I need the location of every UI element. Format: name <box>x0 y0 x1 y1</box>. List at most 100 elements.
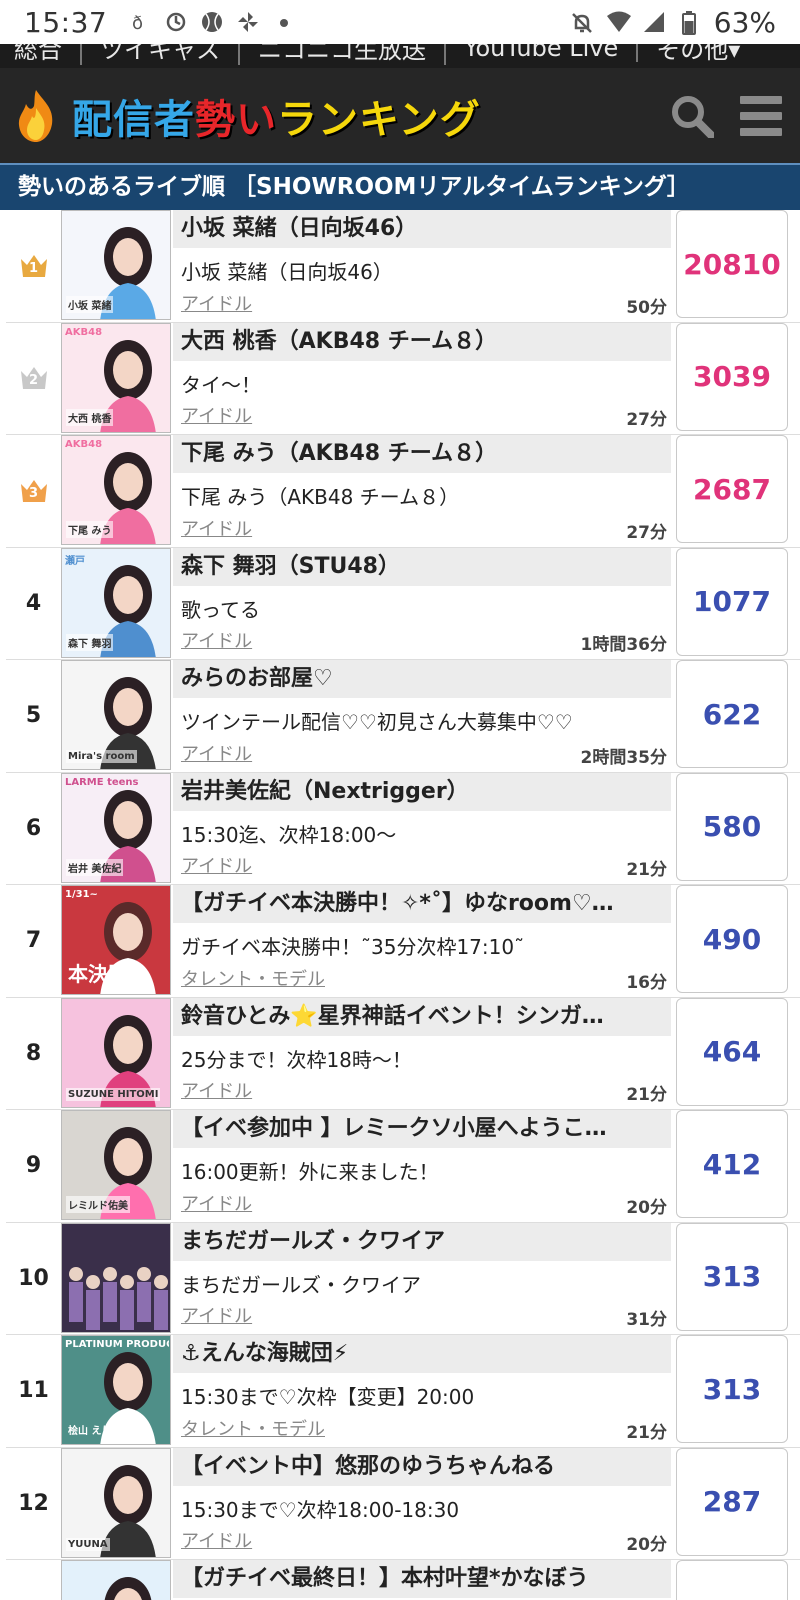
stream-title[interactable]: 【ガチイベ最終日！】本村叶望*かなぼう <box>173 1560 671 1598</box>
rank-number: 4 <box>25 590 42 616</box>
stream-subtitle: まちだガールズ・クワイア <box>181 1272 421 1297</box>
stream-title[interactable]: 下尾 みう（AKB48 チーム８） <box>173 435 671 473</box>
nav-item-all[interactable]: 総合 <box>14 44 82 65</box>
thumbnail-caption: レミルド佑美 <box>66 1196 130 1213</box>
hamburger-menu-icon[interactable] <box>740 95 782 136</box>
flame-logo-icon[interactable] <box>14 88 58 144</box>
streamer-thumbnail[interactable]: AKB48 下尾 みう <box>61 435 171 545</box>
stream-duration: 27分 <box>626 410 667 430</box>
stream-title[interactable]: 鈴音ひとみ⭐星界神話イベント！シンガ… <box>173 997 671 1036</box>
stream-title[interactable]: 森下 舞羽（STU48） <box>173 547 671 586</box>
ranking-row[interactable]: 2 AKB48 大西 桃香 大西 桃香（AKB48 チーム８） タイ〜！ アイドル 27分 3… <box>6 322 800 435</box>
stream-duration: 16分 <box>626 972 667 993</box>
stream-info[interactable]: 小坂 菜緒（日向坂46） 小坂 菜緒（日向坂46） アイドル 50分 <box>173 210 671 322</box>
ranking-row[interactable]: 9 レミルド佑美 【イベ参加中 】レミークソ小屋へようこ… 16:00更新！外に来まし… <box>6 1110 800 1223</box>
streamer-thumbnail[interactable]: Mira's room <box>61 660 171 770</box>
genre-link[interactable]: アイドル <box>181 1077 252 1103</box>
stream-info[interactable]: 【イベ参加中 】レミークソ小屋へようこ… 16:00更新！外に来ました！ アイドル 2… <box>173 1110 671 1222</box>
genre-link[interactable]: アイドル <box>181 290 252 316</box>
stream-info[interactable]: みらのお部屋♡ ツインテール配信♡♡初見さん大募集中♡♡ アイドル 2時間35分 <box>173 660 671 772</box>
stream-title[interactable]: 小坂 菜緒（日向坂46） <box>173 210 671 248</box>
nav-item-other[interactable]: その他▾ <box>638 44 758 65</box>
genre-link[interactable]: アイドル <box>181 1190 252 1216</box>
stream-title[interactable]: まちだガールズ・クワイア <box>173 1222 671 1261</box>
battery-percent: 63% <box>713 5 776 39</box>
streamer-thumbnail[interactable]: 1/31~ 本決勝 <box>61 885 171 995</box>
streamer-thumbnail[interactable]: SUZUNE HITOMI <box>61 997 171 1108</box>
stream-title[interactable]: 【ガチイベ本決勝中！✧*˚】ゆなroom♡… <box>173 885 671 923</box>
thumbnail-caption: 下尾 みう <box>66 521 114 538</box>
ranking-row[interactable]: 3 AKB48 下尾 みう 下尾 みう（AKB48 チーム８） 下尾 みう（AKB48 … <box>6 435 800 548</box>
ranking-row[interactable]: 本村叶望*かなぼう【ガチイベ最終日！】本村叶望*かなぼう <box>6 1560 800 1600</box>
genre-link[interactable]: アイドル <box>181 852 252 878</box>
nav-item-youtube-live[interactable]: YouTube Live <box>446 44 639 62</box>
streamer-thumbnail[interactable]: 瀬戸 森下 舞羽 <box>61 547 171 658</box>
streamer-thumbnail[interactable]: AKB48 大西 桃香 <box>61 322 171 433</box>
stream-title[interactable]: 岩井美佐紀（Nextrigger） <box>173 772 671 811</box>
stream-info[interactable]: 鈴音ひとみ⭐星界神話イベント！シンガ… 25分まで！次枠18時〜！ アイドル 21分 <box>173 997 671 1110</box>
streamer-thumbnail[interactable]: 小坂 菜緒 <box>61 210 171 320</box>
stream-info[interactable]: 下尾 みう（AKB48 チーム８） 下尾 みう（AKB48 チーム８） アイドル 27… <box>173 435 671 547</box>
streamer-thumbnail[interactable]: YUUNA <box>61 1447 171 1558</box>
stream-subtitle: ガチイベ本決勝中！˜35分次枠17:10˜ <box>181 935 525 959</box>
nav-item-twitcasting[interactable]: ツイキャス <box>82 44 240 65</box>
stream-info[interactable]: 岩井美佐紀（Nextrigger） 15:30迄、次枠18:00〜 アイドル 21分 <box>173 772 671 885</box>
thumbnail-caption: 本決勝 <box>68 962 128 986</box>
ranking-row[interactable]: 8 SUZUNE HITOMI 鈴音ひとみ⭐星界神話イベント！シンガ… 25分まで！次… <box>6 997 800 1110</box>
genre-link[interactable]: アイドル <box>181 740 252 766</box>
streamer-thumbnail[interactable]: LARME teens 岩井 美佐紀 <box>61 772 171 883</box>
stream-title[interactable]: みらのお部屋♡ <box>173 660 671 698</box>
ranking-row[interactable]: 4 瀬戸 森下 舞羽 森下 舞羽（STU48） 歌ってる アイドル 1時間36分 1077 <box>6 547 800 660</box>
genre-link[interactable]: タレント・モデル <box>181 965 325 991</box>
genre-link[interactable]: アイドル <box>181 1527 252 1553</box>
rank-cell: 6 <box>6 773 61 885</box>
stream-info[interactable]: ⚓えんな海賊団⚡ 15:30まで♡次枠【変更】20:00 タレント・モデル 21分 <box>173 1335 671 1447</box>
streamer-thumbnail[interactable]: PLATINUM PRODUCTION 桧山 えり郁 <box>61 1335 171 1445</box>
stream-info[interactable]: まちだガールズ・クワイア まちだガールズ・クワイア アイドル 31分 <box>173 1222 671 1335</box>
genre-link[interactable]: アイドル <box>181 627 252 653</box>
status-left-icons: ð <box>129 11 295 34</box>
thumbnail-caption: Mira's room <box>66 750 137 763</box>
stream-duration: 50分 <box>626 297 667 318</box>
status-time: 15:37 <box>24 5 108 39</box>
stream-info[interactable]: 【イベント中】悠那のゆうちゃんねる 15:30まで♡次枠18:00-18:30 アイ… <box>173 1447 671 1560</box>
stream-title[interactable]: 【イベント中】悠那のゆうちゃんねる <box>173 1447 671 1486</box>
thumbnail-tag: 瀬戸 <box>65 555 85 567</box>
stream-info[interactable]: 【ガチイベ本決勝中！✧*˚】ゆなroom♡… ガチイベ本決勝中！˜35分次枠17:… <box>173 885 671 997</box>
search-icon[interactable] <box>670 94 715 139</box>
svg-text:ð: ð <box>132 13 143 33</box>
genre-link[interactable]: タレント・モデル <box>181 1415 325 1441</box>
stream-title[interactable]: 【イベ参加中 】レミークソ小屋へようこ… <box>173 1110 671 1148</box>
battery-icon <box>678 11 700 35</box>
ranking-row[interactable]: 1 小坂 菜緒 小坂 菜緒（日向坂46） 小坂 菜緒（日向坂46） アイドル 50分 208… <box>6 210 800 323</box>
stream-title[interactable]: 大西 桃香（AKB48 チーム８） <box>173 322 671 361</box>
genre-link[interactable]: アイドル <box>181 1302 252 1328</box>
ranking-row[interactable]: 11 PLATINUM PRODUCTION 桧山 えり郁 ⚓えんな海賊団⚡ 15:30… <box>6 1335 800 1448</box>
rank-number: 12 <box>18 1490 49 1516</box>
stream-duration: 21分 <box>626 1085 667 1105</box>
nav-item-niconico[interactable]: ニコニコ生放送 <box>240 44 446 65</box>
ball-icon <box>201 11 223 33</box>
rank-number: 6 <box>25 815 42 841</box>
streamer-thumbnail[interactable]: 本村叶望*かなぼう <box>61 1560 171 1600</box>
stream-info[interactable]: 森下 舞羽（STU48） 歌ってる アイドル 1時間36分 <box>173 547 671 660</box>
ranking-row[interactable]: 12 YUUNA 【イベント中】悠那のゆうちゃんねる 15:30まで♡次枠18:00-… <box>6 1447 800 1560</box>
momentum-score: 2687 <box>676 435 788 543</box>
stream-title[interactable]: ⚓えんな海賊団⚡ <box>173 1335 671 1373</box>
rank-number: 2 <box>28 373 39 389</box>
rank-cell: 5 <box>6 660 61 772</box>
genre-link[interactable]: アイドル <box>181 402 252 428</box>
ranking-row[interactable]: 6 LARME teens 岩井 美佐紀 岩井美佐紀（Nextrigger） 15:30… <box>6 772 800 885</box>
ranking-row[interactable]: 10 まちだガールズ・クワイア まちだガールズ・クワイア アイドル 31分 313 <box>6 1222 800 1335</box>
ranking-row[interactable]: 5 Mira's room みらのお部屋♡ ツインテール配信♡♡初見さん大募集中♡♡ ア… <box>6 660 800 773</box>
momentum-score: 412 <box>676 1110 788 1218</box>
streamer-thumbnail[interactable]: レミルド佑美 <box>61 1110 171 1220</box>
ranking-row[interactable]: 7 1/31~ 本決勝 【ガチイベ本決勝中！✧*˚】ゆなroom♡… ガチイベ本決勝中！… <box>6 885 800 998</box>
site-logo[interactable]: 配信者勢いランキング <box>72 87 481 145</box>
stream-info[interactable]: 大西 桃香（AKB48 チーム８） タイ〜！ アイドル 27分 <box>173 322 671 435</box>
genre-link[interactable]: アイドル <box>181 515 252 541</box>
stream-info[interactable]: 【ガチイベ最終日！】本村叶望*かなぼう <box>173 1560 671 1600</box>
thumbnail-caption: YUUNA <box>66 1537 110 1551</box>
rank-cell: 4 <box>6 548 61 660</box>
streamer-thumbnail[interactable] <box>61 1222 171 1333</box>
